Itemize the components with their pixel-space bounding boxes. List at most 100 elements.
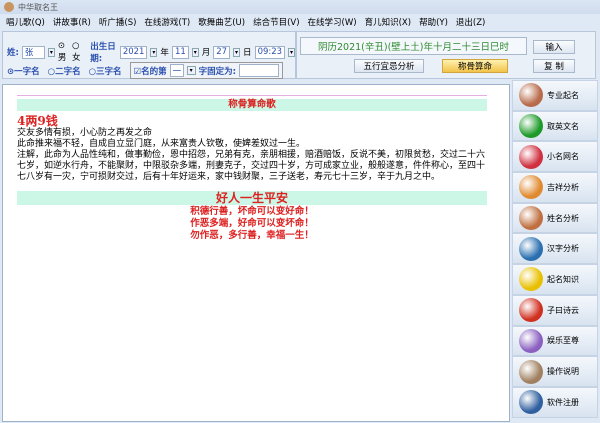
fix-value-input[interactable]: [239, 64, 280, 77]
menu-item[interactable]: 育儿知识(X): [365, 16, 411, 28]
sidebar-item-label: 吉祥分析: [547, 182, 579, 192]
menu-item[interactable]: 歌舞曲艺(U): [198, 16, 245, 28]
woman-avatar-icon: [519, 83, 543, 108]
sidebar-item-label: 子曰诗云: [547, 305, 579, 315]
time-select[interactable]: 09:23: [254, 45, 286, 59]
heart-folder-icon: [519, 144, 543, 169]
two-char-label: 二字名: [55, 66, 81, 77]
menu-item[interactable]: 综合节目(V): [253, 16, 299, 28]
chenggu-button[interactable]: 称骨算命: [442, 59, 508, 73]
one-char-label: 一字名: [14, 66, 40, 77]
year-value: 2021: [122, 47, 145, 57]
result-panel: 阴历2021(辛丑)(壁上土)年十月二十三日巳时 五行宜忌分析 称骨算命 输入 …: [296, 31, 596, 79]
chevron-down-icon[interactable]: ▾: [288, 47, 296, 57]
menu-item[interactable]: 唱儿歌(Q): [6, 16, 45, 28]
three-char-label: 三字名: [96, 66, 122, 77]
input-button[interactable]: 输入: [533, 40, 575, 54]
radio-one-char[interactable]: ⊙一字名: [7, 65, 40, 77]
divider: [17, 95, 487, 96]
month-unit: 月: [201, 48, 211, 58]
sidebar-item-label: 娱乐至尊: [547, 336, 579, 346]
title-bar: 中华取名王: [0, 0, 600, 14]
sidebar-item[interactable]: 娱乐至尊: [512, 325, 598, 357]
signpost-icon: [519, 359, 543, 384]
motto: 好人一生平安: [17, 191, 487, 205]
poem-line: 交友多情有损，小心防之再发之命: [17, 128, 153, 138]
chevron-down-icon[interactable]: ▾: [47, 47, 55, 57]
sidebar-item[interactable]: 小名网名: [512, 141, 598, 173]
sidebar-item-label: 取英文名: [547, 121, 579, 131]
chevron-down-icon[interactable]: ▾: [191, 47, 199, 57]
sidebar-item-label: 软件注册: [547, 397, 579, 407]
sidebar-item-label: 起名知识: [547, 274, 579, 284]
chevron-down-icon[interactable]: ▾: [233, 47, 241, 57]
sidebar-item[interactable]: 汉字分析: [512, 233, 598, 265]
menu-item[interactable]: 在线学习(W): [308, 16, 357, 28]
knot-icon: [519, 298, 543, 323]
annotation: 注解，此命为人品性纯和，做事勤俭，恩中招怨，兄弟有克，亲朋相援，赔酒赔饭，反说不…: [17, 150, 486, 182]
sidebar-item-label: 操作说明: [547, 367, 579, 377]
time-value: 09:23: [257, 47, 283, 57]
result-content: 称骨算命歌 4两9钱 交友多情有损，小心防之再发之命 此命推来福不轻，自成自立显…: [2, 84, 510, 422]
sidebar-item-label: 汉字分析: [547, 244, 579, 254]
paint-icon: [519, 206, 543, 231]
fix-char-group: ☑名的第 一 ▾ 字固定为:: [129, 62, 284, 79]
birth-label: 出生日期:: [90, 42, 116, 64]
day-value: 27: [216, 47, 228, 57]
menu-item[interactable]: 讲故事(R): [53, 16, 91, 28]
app-icon: [4, 2, 14, 12]
year-unit: 年: [160, 48, 169, 58]
copy-button[interactable]: 复 制: [533, 59, 575, 73]
year-select[interactable]: 2021: [119, 45, 148, 59]
sidebar-item-label: 专业起名: [547, 90, 579, 100]
sidebar-item[interactable]: 取英文名: [512, 110, 598, 142]
music-icon: [519, 328, 543, 353]
input-panel: 姓: 张 ▾ ⊙男 ○女 出生日期: 2021 ▾ 年 11 ▾ 月 27 ▾ 日 09:23…: [2, 31, 296, 79]
fix-pos-select[interactable]: 一: [169, 64, 184, 77]
menu-item[interactable]: 在线游戏(T): [144, 16, 190, 28]
menu-bar: 唱儿歌(Q) 讲故事(R) 听广播(S) 在线游戏(T) 歌舞曲艺(U) 综合节目(V) 在…: [0, 14, 600, 30]
green-book-icon: [519, 114, 543, 139]
sidebar-item[interactable]: 起名知识: [512, 264, 598, 295]
sidebar-item[interactable]: 吉祥分析: [512, 172, 598, 203]
chevron-down-icon[interactable]: ▾: [150, 47, 158, 57]
fix-checkbox[interactable]: ☑名的第: [134, 65, 167, 77]
sidebar-item[interactable]: 软件注册: [512, 386, 598, 418]
menu-item[interactable]: 听广播(S): [99, 16, 137, 28]
menu-item[interactable]: 退出(Z): [456, 16, 485, 28]
verse: 勿作恶，多行善，幸福一生！: [190, 230, 314, 241]
fix-pos-value: 一: [172, 66, 182, 77]
compass-icon: [519, 175, 543, 200]
radio-two-char[interactable]: ○二字名: [48, 65, 81, 77]
sidebar: 专业起名取英文名小名网名吉祥分析姓名分析汉字分析起名知识子曰诗云娱乐至尊操作说明…: [512, 80, 598, 423]
verse: 积德行善，坏命可以变好命！: [190, 206, 314, 217]
sidebar-item[interactable]: 专业起名: [512, 80, 598, 111]
day-unit: 日: [243, 48, 252, 58]
radio-male[interactable]: ⊙男: [58, 41, 69, 63]
radio-three-char[interactable]: ○三字名: [89, 65, 122, 77]
sidebar-item[interactable]: 操作说明: [512, 356, 598, 387]
verse: 作恶多端，好命可以变坏命！: [190, 218, 314, 229]
sidebar-item[interactable]: 子曰诗云: [512, 294, 598, 326]
surname-select[interactable]: 张: [21, 45, 45, 59]
radio-female[interactable]: ○女: [72, 41, 83, 63]
wuxing-analysis-button[interactable]: 五行宜忌分析: [354, 59, 424, 73]
fix-label: 名的第: [141, 66, 167, 77]
sidebar-item-label: 姓名分析: [547, 213, 579, 223]
key-icon: [519, 390, 543, 415]
disc-icon: [519, 267, 543, 292]
bone-weight: 4两9钱: [17, 114, 58, 128]
surname-value: 张: [24, 48, 34, 58]
books-icon: [519, 236, 543, 261]
day-select[interactable]: 27: [213, 45, 231, 59]
month-value: 11: [174, 47, 186, 57]
sidebar-item[interactable]: 姓名分析: [512, 202, 598, 234]
poem-line: 此命推来福不轻，自成自立显门庭，从来富贵人钦敬，使婢差奴过一生。: [17, 139, 306, 149]
result-heading: 称骨算命歌: [17, 99, 487, 111]
sidebar-item-label: 小名网名: [547, 152, 579, 162]
menu-item[interactable]: 帮助(Y): [419, 16, 448, 28]
chevron-down-icon[interactable]: ▾: [186, 66, 196, 75]
window-title: 中华取名王: [18, 2, 58, 12]
month-select[interactable]: 11: [171, 45, 189, 59]
surname-label: 姓:: [7, 48, 19, 58]
